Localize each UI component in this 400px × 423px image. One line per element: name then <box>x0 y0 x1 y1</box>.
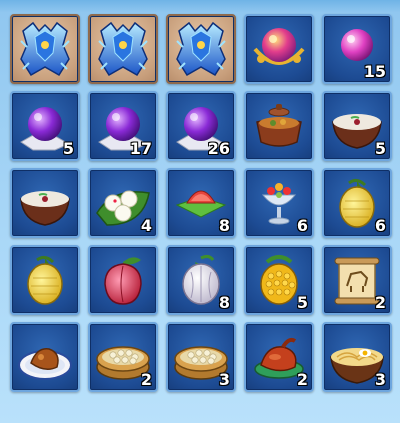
item-quantity: 5 <box>296 293 308 312</box>
item-quantity: 26 <box>207 139 230 158</box>
inventory-slot[interactable] <box>88 14 158 84</box>
item-quantity: 2 <box>296 370 308 389</box>
inventory-slot[interactable]: 15 <box>322 14 392 84</box>
item-quantity: 8 <box>218 216 230 235</box>
item-quantity: 6 <box>296 216 308 235</box>
item-quantity: 17 <box>129 139 152 158</box>
inventory-slot[interactable]: 17 <box>88 91 158 161</box>
inventory-slot[interactable]: 26 <box>166 91 236 161</box>
inventory-slot[interactable] <box>244 14 314 84</box>
inventory-slot[interactable]: 5 <box>322 91 392 161</box>
inventory-slot[interactable] <box>10 14 80 84</box>
inventory-grid: 15 5 17 26 5 4 8 6 6 8 5 2 2 3 2 3 <box>10 14 392 392</box>
inventory-slot[interactable]: 8 <box>166 245 236 315</box>
inventory-slot[interactable]: 3 <box>322 322 392 392</box>
inventory-slot[interactable]: 4 <box>88 168 158 238</box>
inventory-slot[interactable]: 8 <box>166 168 236 238</box>
inventory-slot[interactable]: 3 <box>166 322 236 392</box>
inventory-slot[interactable]: 2 <box>244 322 314 392</box>
inventory-slot[interactable] <box>244 91 314 161</box>
item-quantity: 3 <box>218 370 230 389</box>
item-quantity: 5 <box>374 139 386 158</box>
window-top-strip <box>0 0 400 12</box>
item-quantity: 5 <box>62 139 74 158</box>
inventory-slot[interactable] <box>10 168 80 238</box>
item-quantity: 8 <box>218 293 230 312</box>
item-quantity: 15 <box>363 62 386 81</box>
inventory-slot[interactable]: 5 <box>244 245 314 315</box>
item-quantity: 3 <box>374 370 386 389</box>
item-quantity: 2 <box>374 293 386 312</box>
item-quantity: 2 <box>140 370 152 389</box>
inventory-slot[interactable]: 6 <box>322 168 392 238</box>
inventory-slot[interactable]: 2 <box>322 245 392 315</box>
inventory-slot[interactable] <box>166 14 236 84</box>
inventory-slot[interactable]: 5 <box>10 91 80 161</box>
item-quantity: 4 <box>140 216 152 235</box>
inventory-slot[interactable]: 2 <box>88 322 158 392</box>
inventory-slot[interactable] <box>10 245 80 315</box>
inventory-slot[interactable] <box>88 245 158 315</box>
inventory-slot[interactable] <box>10 322 80 392</box>
item-quantity: 6 <box>374 216 386 235</box>
inventory-slot[interactable]: 6 <box>244 168 314 238</box>
